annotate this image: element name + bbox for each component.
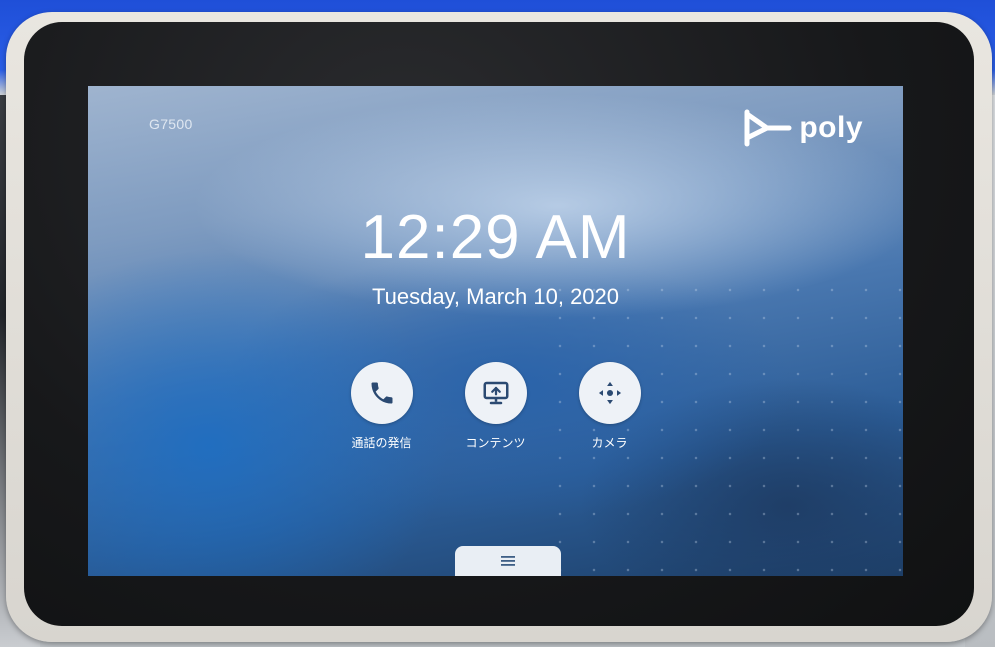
brand-name: poly (799, 111, 863, 144)
clock-time: 12:29 AM (360, 203, 631, 272)
device-bezel: G7500 poly 12:29 AM Tuesday, March 10, 2… (24, 22, 974, 626)
clock-date: Tuesday, March 10, 2020 (371, 284, 620, 309)
place-call-button[interactable]: 通話の発信 (342, 362, 422, 451)
place-call-label: 通話の発信 (351, 436, 412, 450)
place-call-circle[interactable] (350, 362, 413, 424)
menu-button[interactable] (455, 546, 561, 576)
home-actions: 通話の発信 コンテンツ カメラ (88, 362, 903, 451)
brand-logo: poly (741, 108, 863, 148)
content-label: コンテンツ (465, 436, 526, 450)
phone-icon (371, 382, 392, 404)
content-circle[interactable] (464, 362, 527, 424)
touch-controller-device: G7500 poly 12:29 AM Tuesday, March 10, 2… (6, 12, 992, 642)
camera-move-icon (598, 381, 621, 405)
content-button[interactable]: コンテンツ (456, 362, 536, 451)
camera-label: カメラ (591, 436, 628, 450)
content-share-icon (483, 381, 508, 405)
poly-logo-icon (744, 109, 792, 147)
camera-button[interactable]: カメラ (570, 362, 650, 451)
menu-icon (501, 556, 515, 566)
home-screen: G7500 poly 12:29 AM Tuesday, March 10, 2… (88, 86, 903, 576)
device-model-label: G7500 (149, 116, 193, 132)
camera-circle[interactable] (578, 362, 641, 424)
